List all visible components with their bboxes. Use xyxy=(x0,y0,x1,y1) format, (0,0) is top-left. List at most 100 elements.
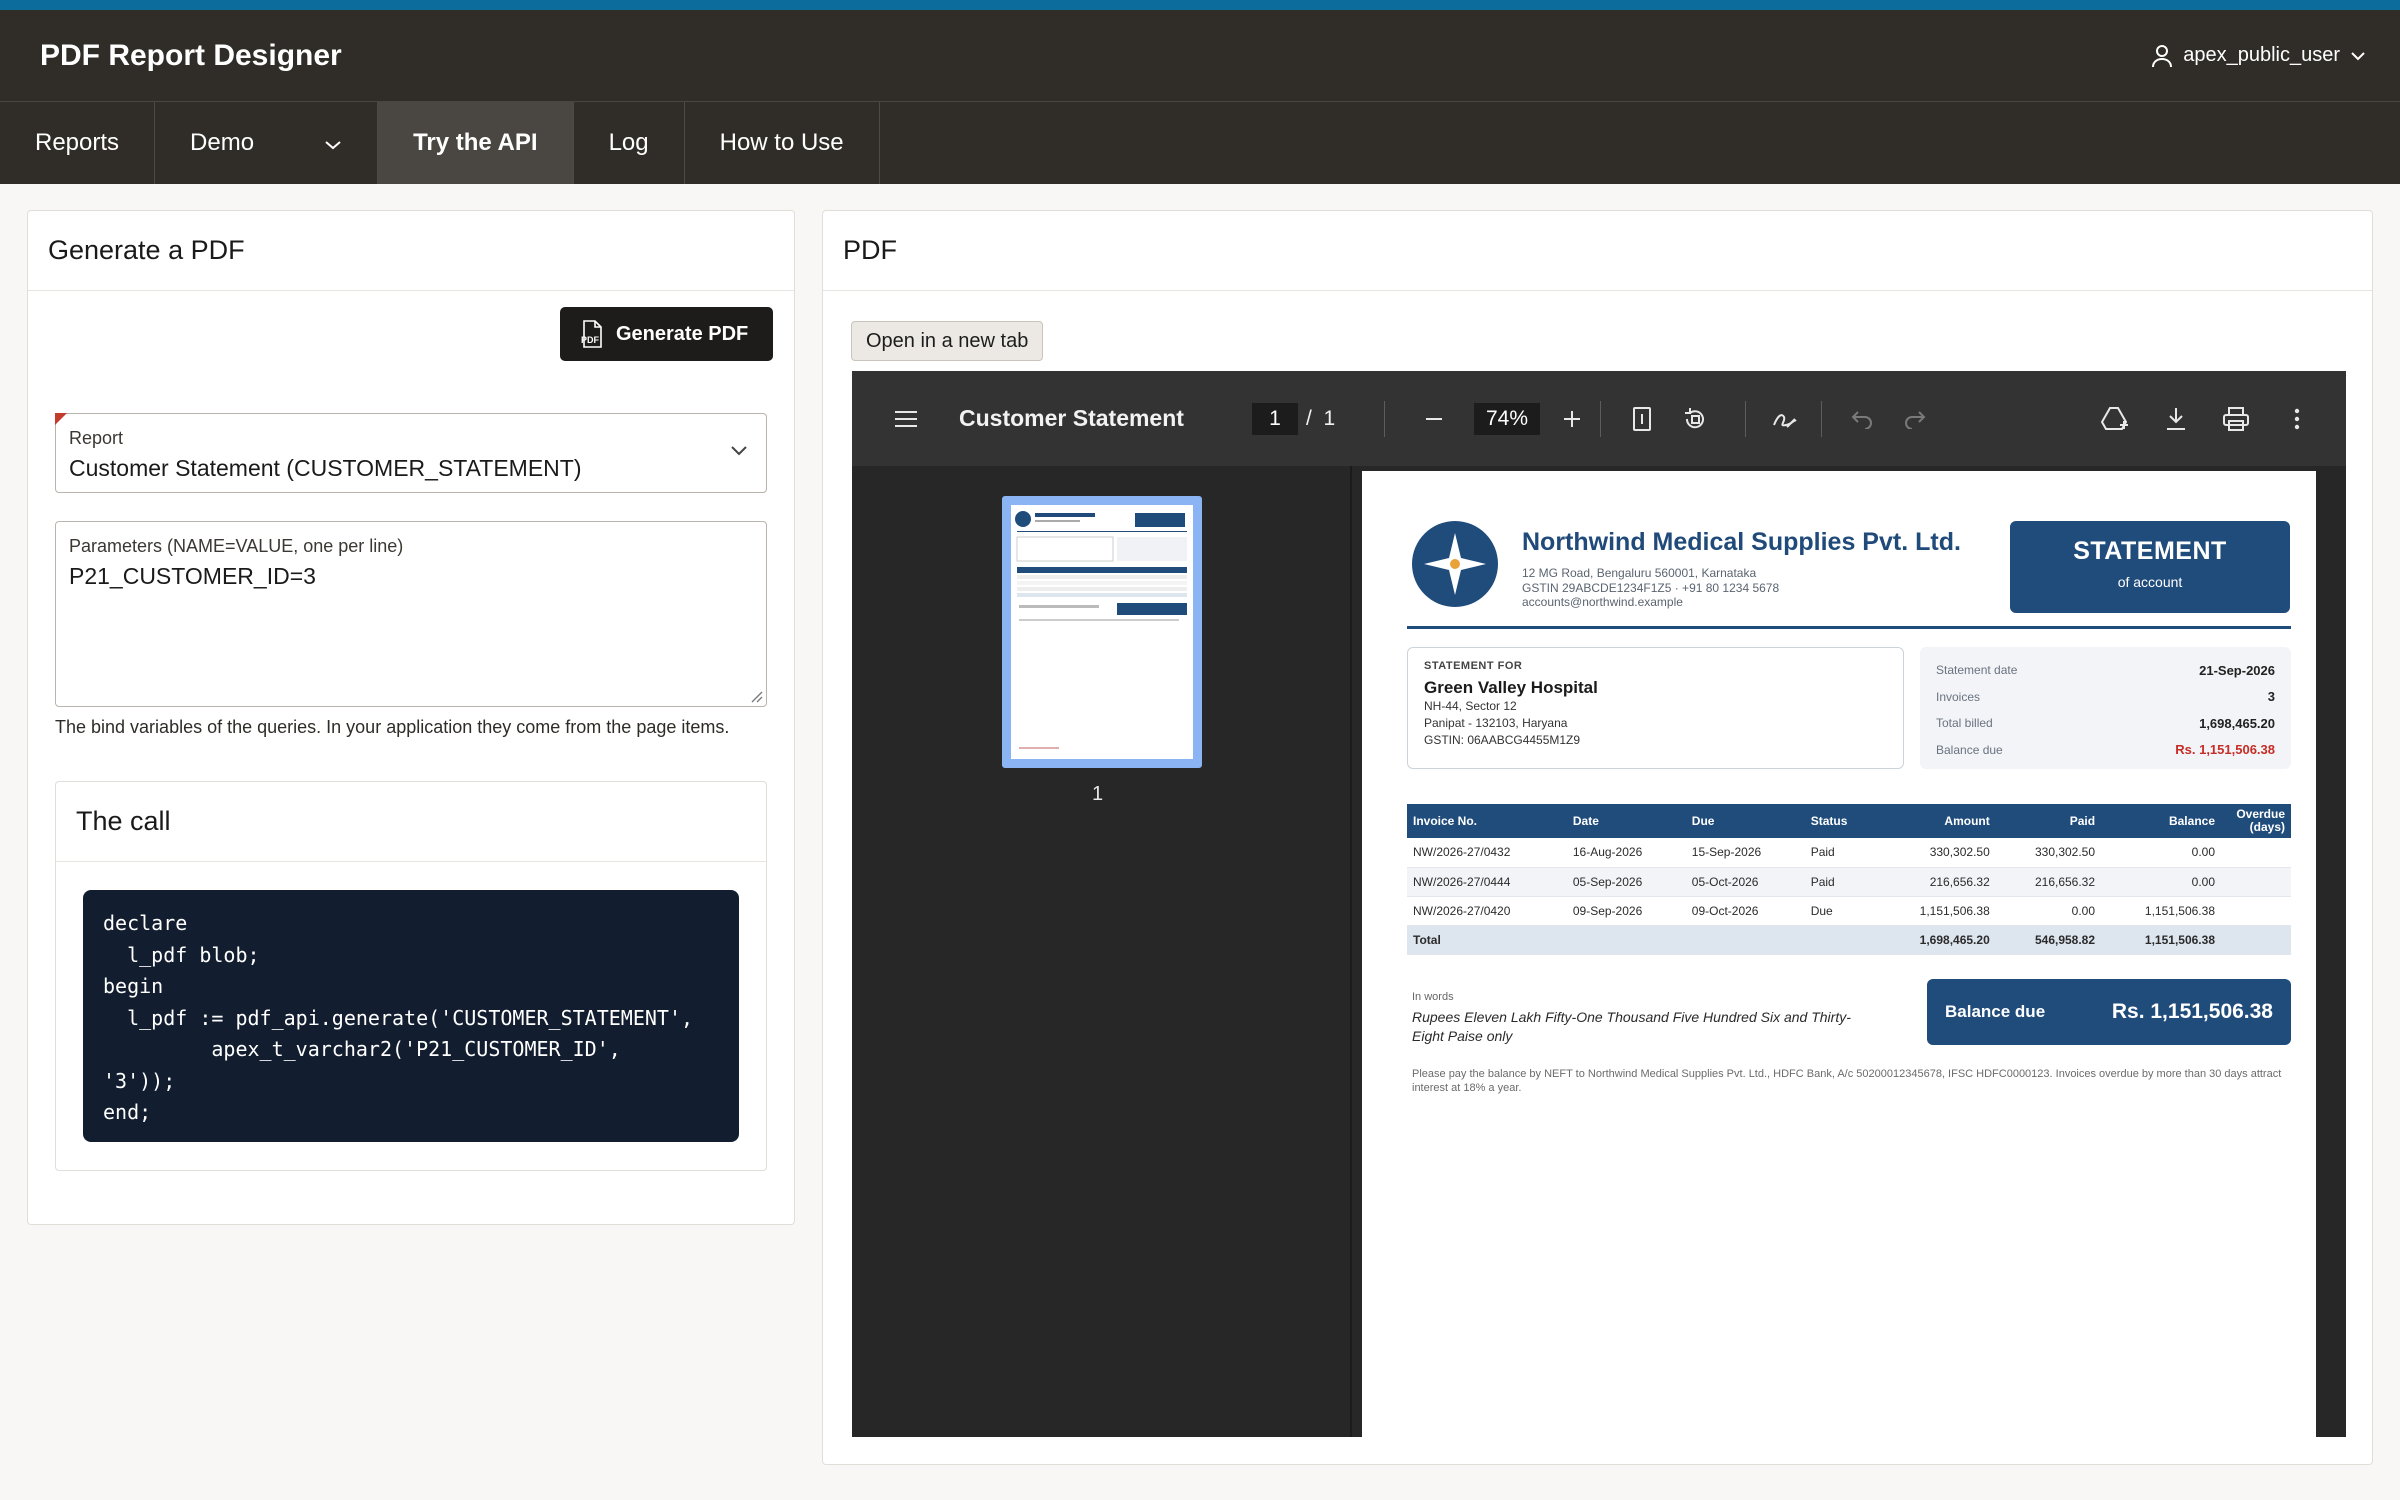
column-header: Invoice No. xyxy=(1407,804,1567,838)
customer-name: Green Valley Hospital xyxy=(1424,678,1598,697)
chevron-down-icon[interactable] xyxy=(324,129,342,157)
summary-value: Rs. 1,151,506.38 xyxy=(2175,742,2275,758)
column-header: Amount xyxy=(1875,804,1996,838)
toolbar-divider xyxy=(1821,401,1822,437)
call-title: The call xyxy=(56,782,766,862)
table-cell: 1,151,506.38 xyxy=(1875,896,1996,926)
table-cell: 15-Sep-2026 xyxy=(1685,838,1805,868)
table-row: NW/2026-27/0432 16-Aug-2026 15-Sep-2026 … xyxy=(1407,838,2291,868)
summary-row: Total billed 1,698,465.20 xyxy=(1936,710,2275,737)
toolbar-divider xyxy=(1745,401,1746,437)
report-select[interactable]: Report Customer Statement (CUSTOMER_STAT… xyxy=(55,413,767,493)
user-menu[interactable]: apex_public_user xyxy=(2151,44,2366,68)
download-icon[interactable] xyxy=(2156,399,2196,439)
generate-pdf-button[interactable]: PDF Generate PDF xyxy=(560,307,773,361)
page-number-input[interactable]: 1 xyxy=(1252,403,1298,435)
toolbar-divider xyxy=(1384,401,1385,437)
zoom-level-input[interactable]: 74% xyxy=(1474,403,1540,435)
open-in-new-tab-button[interactable]: Open in a new tab xyxy=(851,321,1044,361)
zoom-in-icon[interactable] xyxy=(1552,399,1592,439)
nav-demo[interactable]: Demo xyxy=(155,102,379,184)
generate-pdf-label: Generate PDF xyxy=(616,322,749,345)
main-nav: Reports Demo Try the API Log How to Use xyxy=(0,102,2400,184)
fit-page-icon[interactable] xyxy=(1622,399,1662,439)
table-total-row: Total 1,698,465.20 546,958.82 1,151,506.… xyxy=(1407,925,2291,955)
svg-text:PDF: PDF xyxy=(581,335,600,345)
print-icon[interactable] xyxy=(2216,399,2256,439)
company-email: accounts@northwind.example xyxy=(1522,595,1683,609)
parameters-help-text: The bind variables of the queries. In yo… xyxy=(55,717,730,737)
column-header: Status xyxy=(1804,804,1876,838)
table-cell: 216,656.32 xyxy=(1995,867,2102,897)
table-cell: 330,302.50 xyxy=(1995,838,2102,868)
table-cell: Paid xyxy=(1804,867,1876,897)
summary-row: Balance due Rs. 1,151,506.38 xyxy=(1936,737,2275,764)
summary-key: Total billed xyxy=(1936,716,1993,731)
compass-star-icon xyxy=(1424,533,1486,595)
undo-icon[interactable] xyxy=(1842,399,1882,439)
more-options-icon[interactable] xyxy=(2277,399,2317,439)
statement-badge-title: STATEMENT xyxy=(2073,537,2227,565)
balance-due-value: Rs. 1,151,506.38 xyxy=(2111,1000,2273,1023)
chevron-down-icon xyxy=(730,444,748,462)
zoom-out-icon[interactable] xyxy=(1414,399,1454,439)
column-header: Due xyxy=(1685,804,1805,838)
table-cell: NW/2026-27/0420 xyxy=(1407,896,1567,926)
table-cell: 09-Oct-2026 xyxy=(1685,896,1805,926)
menu-icon[interactable] xyxy=(886,399,926,439)
table-cell: Paid xyxy=(1804,838,1876,868)
save-to-drive-icon[interactable] xyxy=(2095,399,2135,439)
table-row: NW/2026-27/0420 09-Sep-2026 09-Oct-2026 … xyxy=(1407,896,2291,926)
rotate-icon[interactable] xyxy=(1675,399,1715,439)
page-count: / 1 xyxy=(1306,403,1335,435)
user-icon xyxy=(2152,44,2173,67)
payment-footnote: Please pay the balance by NEFT to Northw… xyxy=(1412,1068,2282,1094)
nav-reports[interactable]: Reports xyxy=(0,102,156,184)
redo-icon[interactable] xyxy=(1895,399,1935,439)
code-text: declare l_pdf blob; begin l_pdf := pdf_a… xyxy=(103,911,694,1124)
the-call-card: The call declare l_pdf blob; begin l_pdf… xyxy=(55,781,767,1171)
nav-try-the-api[interactable]: Try the API xyxy=(378,102,574,184)
company-address: 12 MG Road, Bengaluru 560001, Karnataka xyxy=(1522,566,1757,580)
table-cell: 216,656.32 xyxy=(1875,867,1996,897)
table-cell xyxy=(2221,925,2291,955)
table-cell: 1,151,506.38 xyxy=(2101,925,2221,955)
summary-value: 3 xyxy=(2267,689,2275,705)
nav-log[interactable]: Log xyxy=(574,102,685,184)
app-header: PDF Report Designer apex_public_user xyxy=(0,10,2400,102)
parameters-label: Parameters (NAME=VALUE, one per line) xyxy=(69,536,404,556)
generate-pdf-card: Generate a PDF PDF Generate PDF Report C… xyxy=(27,210,795,1225)
column-header: Date xyxy=(1566,804,1686,838)
table-row: NW/2026-27/0444 05-Sep-2026 05-Oct-2026 … xyxy=(1407,867,2291,897)
nav-demo-label: Demo xyxy=(190,129,255,156)
code-block: declare l_pdf blob; begin l_pdf := pdf_a… xyxy=(83,890,739,1142)
thumbnail-panel: 1 xyxy=(852,466,1352,1437)
table-cell: NW/2026-27/0432 xyxy=(1407,838,1567,868)
statement-badge: STATEMENT of account xyxy=(2010,521,2290,613)
parameters-value: P21_CUSTOMER_ID=3 xyxy=(69,563,316,589)
header-rule xyxy=(1407,626,2291,629)
nav-how-to-use[interactable]: How to Use xyxy=(685,102,880,184)
user-name: apex_public_user xyxy=(2183,44,2340,66)
parameters-textarea[interactable]: Parameters (NAME=VALUE, one per line) P2… xyxy=(55,521,767,707)
thumbnail-page-number: 1 xyxy=(1092,783,1104,805)
pdf-viewer: Customer Statement 1 / 1 74% 1 Northwind… xyxy=(852,371,2346,1437)
summary-key: Statement date xyxy=(1936,663,2018,678)
table-header-row: Invoice No. Date Due Status Amount Paid … xyxy=(1407,804,2291,838)
table-cell: 05-Oct-2026 xyxy=(1685,867,1805,897)
resize-grip-icon[interactable] xyxy=(749,689,763,703)
company-gstin-phone: GSTIN 29ABCDE1234F1Z5 · +91 80 1234 5678 xyxy=(1522,580,1780,595)
chevron-down-icon xyxy=(2351,51,2365,60)
table-cell: 1,698,465.20 xyxy=(1875,925,1996,955)
customer-gstin: GSTIN: 06AABCG4455M1Z9 xyxy=(1424,733,1581,747)
table-cell: Due xyxy=(1804,896,1876,926)
pdf-page: Northwind Medical Supplies Pvt. Ltd. 12 … xyxy=(1362,471,2316,1437)
page-total: 1 xyxy=(1323,407,1336,430)
table-cell: 0.00 xyxy=(2101,838,2221,868)
column-header: Balance xyxy=(2101,804,2221,838)
in-words-label: In words xyxy=(1412,991,1454,1003)
draw-icon[interactable] xyxy=(1765,399,1805,439)
page-thumbnail[interactable] xyxy=(1002,496,1202,768)
summary-value: 21-Sep-2026 xyxy=(2199,662,2275,678)
customer-address-line: Panipat - 132103, Haryana xyxy=(1424,716,1568,730)
